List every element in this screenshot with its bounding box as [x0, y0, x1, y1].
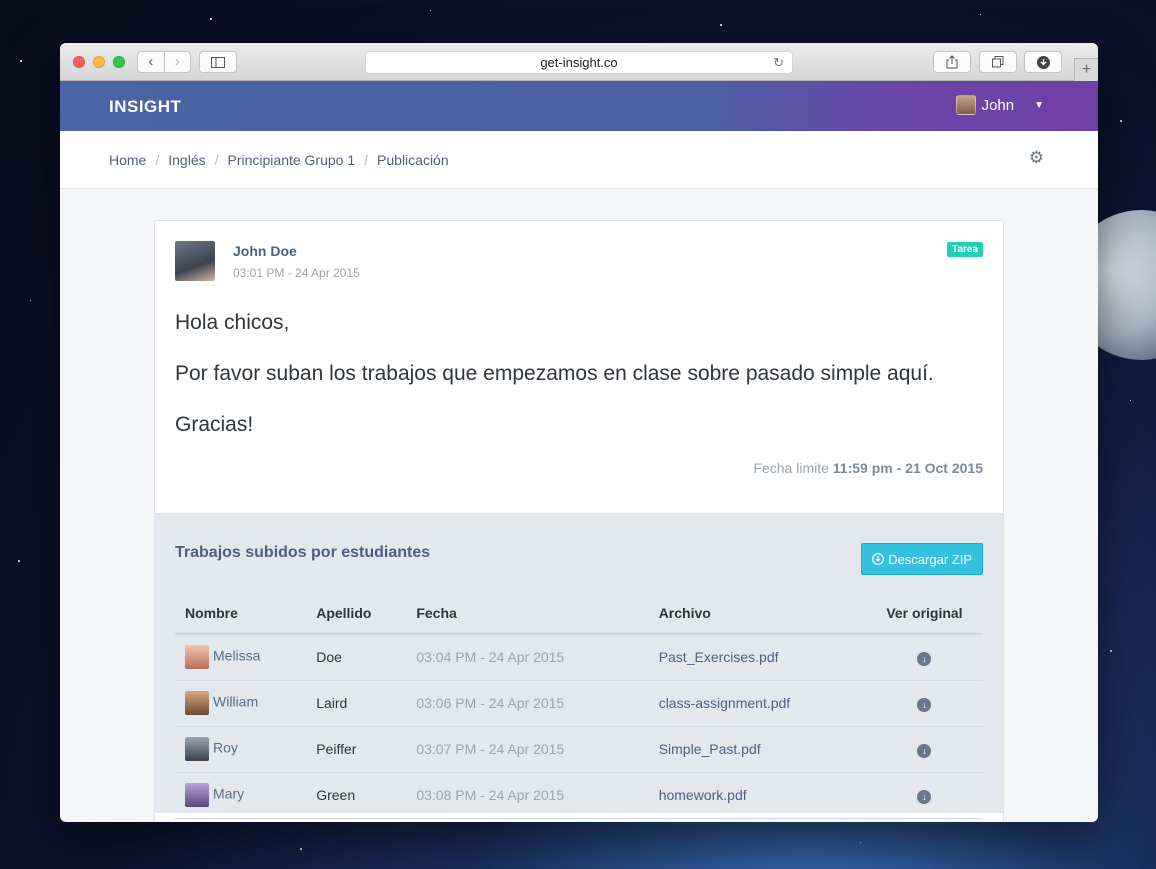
student-last-name: Laird — [306, 680, 407, 727]
column-header-first-name: Nombre — [175, 592, 307, 635]
student-last-name: Doe — [306, 634, 407, 681]
table-row: William Laird 03:06 PM - 24 Apr 2015 cla… — [175, 680, 983, 727]
tabs-icon — [992, 56, 1004, 68]
chevron-down-icon: ▼ — [1034, 99, 1044, 111]
upload-date: 03:07 PM - 24 Apr 2015 — [406, 726, 649, 773]
post-body: Hola chicos, Por favor suban los trabajo… — [155, 301, 1003, 441]
student-first-name: Melissa — [213, 647, 261, 664]
file-link[interactable]: Past_Exercises.pdf — [648, 634, 866, 681]
back-icon[interactable]: ‹ — [138, 52, 164, 72]
table-header-row: Nombre Apellido Fecha Archivo Ver origin… — [175, 592, 983, 635]
student-last-name: Green — [306, 772, 407, 819]
user-menu[interactable]: John ▼ — [955, 95, 1044, 115]
breadcrumb-home[interactable]: Home — [109, 152, 146, 168]
file-link[interactable]: Simple_Past.pdf — [648, 726, 866, 773]
post-paragraph: Hola chicos, — [175, 311, 290, 334]
column-header-file: Archivo — [648, 592, 866, 635]
student-first-name: Mary — [213, 785, 245, 802]
close-window-button[interactable] — [73, 56, 85, 68]
post-timestamp: 03:01 PM - 24 Apr 2015 — [233, 266, 360, 280]
student-name-cell[interactable]: Melissa — [175, 634, 307, 681]
download-circle-icon[interactable]: ↓ — [917, 789, 932, 804]
download-circle-icon — [872, 553, 885, 565]
share-icon — [946, 55, 958, 69]
download-circle-icon[interactable]: ↓ — [917, 651, 932, 666]
view-original-cell: ↓ — [865, 726, 983, 773]
student-first-name: William — [213, 693, 259, 710]
app-navbar: INSIGHT John ▼ — [60, 81, 1098, 131]
post-card: John Doe 03:01 PM - 24 Apr 2015 Tarea Ho… — [154, 220, 1004, 822]
student-name-cell[interactable]: Roy — [175, 726, 307, 773]
show-tabs-button[interactable] — [979, 51, 1017, 73]
zoom-window-button[interactable] — [113, 56, 125, 68]
file-link[interactable]: class-assignment.pdf — [648, 680, 866, 727]
sidebar-icon — [211, 56, 225, 68]
column-header-view-original: Ver original — [865, 592, 983, 635]
deadline-value: 11:59 pm - 21 Oct 2015 — [832, 460, 983, 476]
history-nav: ‹ › — [137, 51, 191, 73]
view-original-cell: ↓ — [865, 772, 983, 819]
student-last-name: Peiffer — [306, 726, 407, 773]
view-original-cell: ↓ — [865, 634, 983, 681]
avatar — [185, 691, 209, 715]
breadcrumb-current: Publicación — [377, 151, 449, 168]
uploads-header: Trabajos subidos por estudiantes Descarg… — [175, 514, 983, 592]
url-text: get-insight.co — [540, 55, 618, 70]
reload-icon[interactable]: ↻ — [773, 55, 784, 71]
post-author[interactable]: John Doe — [233, 243, 297, 259]
avatar — [185, 645, 209, 670]
breadcrumb-separator: / — [214, 151, 219, 168]
uploads-title: Trabajos subidos por estudiantes — [175, 544, 431, 561]
upload-date: 03:06 PM - 24 Apr 2015 — [406, 680, 649, 727]
avatar — [175, 241, 215, 281]
breadcrumb-separator: / — [155, 151, 160, 168]
deadline: Fecha limite 11:59 pm - 21 Oct 2015 — [155, 460, 1003, 513]
downloads-button[interactable] — [1024, 51, 1062, 73]
browser-toolbar: ‹ › get-insight.co ↻ + — [60, 43, 1098, 82]
avatar — [955, 95, 976, 115]
breadcrumb-course[interactable]: Inglés — [168, 152, 205, 168]
user-name: John — [981, 96, 1015, 114]
post-header: John Doe 03:01 PM - 24 Apr 2015 Tarea — [155, 221, 1003, 301]
table-row: Melissa Doe 03:04 PM - 24 Apr 2015 Past_… — [175, 634, 983, 681]
column-header-date: Fecha — [406, 592, 649, 635]
breadcrumb-separator: / — [364, 151, 369, 168]
file-link[interactable]: homework.pdf — [648, 772, 866, 819]
download-zip-label: Descargar ZIP — [888, 551, 972, 567]
minimize-window-button[interactable] — [93, 56, 105, 68]
breadcrumb-group[interactable]: Principiante Grupo 1 — [228, 152, 356, 168]
student-name-cell[interactable]: Mary — [175, 772, 307, 819]
uploads-table: Nombre Apellido Fecha Archivo Ver origin… — [175, 592, 983, 819]
student-name-cell[interactable]: William — [175, 680, 307, 727]
download-circle-icon[interactable]: ↓ — [917, 743, 932, 758]
table-row: Mary Green 03:08 PM - 24 Apr 2015 homewo… — [175, 772, 983, 819]
upload-date: 03:04 PM - 24 Apr 2015 — [406, 634, 649, 681]
student-first-name: Roy — [213, 739, 238, 756]
share-button[interactable] — [933, 51, 971, 73]
address-bar[interactable]: get-insight.co ↻ — [365, 51, 793, 74]
upload-date: 03:08 PM - 24 Apr 2015 — [406, 772, 649, 819]
brand-logo[interactable]: INSIGHT — [109, 97, 181, 117]
post-paragraph: Por favor suban los trabajos que empezam… — [175, 362, 934, 385]
avatar — [185, 737, 209, 761]
avatar — [185, 783, 209, 807]
column-header-last-name: Apellido — [306, 592, 407, 635]
uploads-section: Trabajos subidos por estudiantes Descarg… — [155, 513, 1003, 819]
forward-icon[interactable]: › — [163, 52, 191, 72]
download-icon — [1036, 55, 1050, 69]
breadcrumb: Home / Inglés / Principiante Grupo 1 / P… — [60, 131, 1098, 189]
browser-window: ‹ › get-insight.co ↻ + INSIGHT John ▼ Ho… — [60, 43, 1098, 822]
post-paragraph: Gracias! — [175, 413, 254, 436]
deadline-label: Fecha limite — [753, 460, 829, 476]
new-tab-button[interactable]: + — [1074, 58, 1098, 82]
status-badge: Tarea — [947, 242, 983, 257]
download-zip-button[interactable]: Descargar ZIP — [861, 543, 983, 575]
table-row: Roy Peiffer 03:07 PM - 24 Apr 2015 Simpl… — [175, 726, 983, 773]
view-original-cell: ↓ — [865, 680, 983, 727]
download-circle-icon[interactable]: ↓ — [917, 697, 932, 712]
gear-icon[interactable]: ⚙ — [1029, 148, 1044, 168]
sidebar-toggle-button[interactable] — [199, 51, 237, 73]
